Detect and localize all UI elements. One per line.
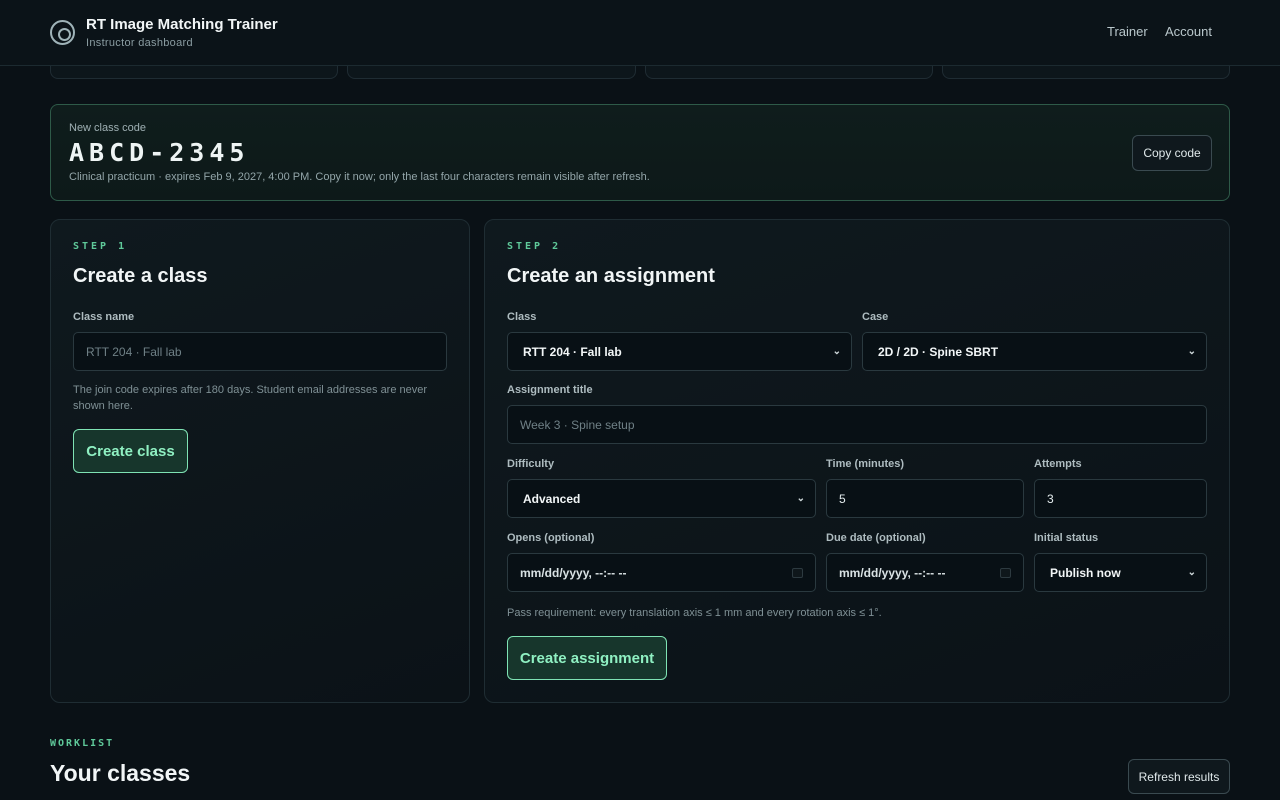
initial-status-select[interactable]: Publish now ⌄ <box>1034 553 1207 592</box>
class-select-value: RTT 204 · Fall lab <box>523 344 622 359</box>
class-join-hint: The join code expires after 180 days. St… <box>73 384 428 412</box>
initial-status-label: Initial status <box>1034 532 1099 544</box>
class-code-label: New class code <box>69 122 147 134</box>
class-select[interactable]: RTT 204 · Fall lab ⌄ <box>507 332 852 371</box>
worklist-tag: WORKLIST <box>50 738 115 749</box>
target-icon <box>50 20 75 45</box>
nav-trainer-link[interactable]: Trainer <box>1107 24 1148 39</box>
assignment-title-input[interactable]: Week 3 · Spine setup <box>507 405 1207 444</box>
top-bar: RT Image Matching Trainer Instructor das… <box>0 0 1280 66</box>
app-subtitle: Instructor dashboard <box>86 37 193 49</box>
opens-datetime-value: mm/dd/yyyy, --:-- -- <box>520 565 627 580</box>
initial-status-value: Publish now <box>1050 565 1121 580</box>
create-assignment-button[interactable]: Create assignment <box>507 636 667 680</box>
case-select-value: 2D / 2D · Spine SBRT <box>878 344 999 359</box>
opens-datetime-input[interactable]: mm/dd/yyyy, --:-- -- <box>507 553 816 592</box>
chevron-down-icon: ⌄ <box>796 493 805 504</box>
difficulty-select[interactable]: Advanced ⌄ <box>507 479 816 518</box>
create-class-panel: STEP 1 Create a class Class name RTT 204… <box>50 219 470 703</box>
nav-account-link[interactable]: Account <box>1165 24 1212 39</box>
class-name-label: Class name <box>73 311 135 323</box>
difficulty-select-value: Advanced <box>523 491 581 506</box>
pass-requirement-hint: Pass requirement: every translation axis… <box>507 607 882 619</box>
class-name-input[interactable]: RTT 204 · Fall lab <box>73 332 447 371</box>
chevron-down-icon: ⌄ <box>1187 346 1196 357</box>
difficulty-label: Difficulty <box>507 458 555 470</box>
app-title: RT Image Matching Trainer <box>86 16 278 33</box>
due-datetime-input[interactable]: mm/dd/yyyy, --:-- -- <box>826 553 1024 592</box>
calendar-icon[interactable] <box>1000 567 1011 578</box>
class-code-value: ABCD-2345 <box>69 138 250 167</box>
time-input[interactable]: 5 <box>826 479 1024 518</box>
due-datetime-value: mm/dd/yyyy, --:-- -- <box>839 565 946 580</box>
case-select-label: Case <box>862 311 889 323</box>
chevron-down-icon: ⌄ <box>1187 567 1196 578</box>
refresh-results-button[interactable]: Refresh results <box>1128 759 1230 794</box>
class-code-panel: New class code ABCD-2345 Clinical practi… <box>50 104 1230 201</box>
calendar-icon[interactable] <box>792 567 803 578</box>
time-label: Time (minutes) <box>826 458 905 470</box>
opens-label: Opens (optional) <box>507 532 595 544</box>
due-date-label: Due date (optional) <box>826 532 926 544</box>
attempts-label: Attempts <box>1034 458 1082 470</box>
chevron-down-icon: ⌄ <box>832 346 841 357</box>
step-label: STEP 1 <box>73 241 128 252</box>
step-label: STEP 2 <box>507 241 562 252</box>
copy-code-button[interactable]: Copy code <box>1132 135 1212 171</box>
attempts-input[interactable]: 3 <box>1034 479 1207 518</box>
create-assignment-title: Create an assignment <box>507 265 715 287</box>
worklist-title: Your classes <box>50 760 191 786</box>
class-select-label: Class <box>507 311 537 323</box>
create-class-title: Create a class <box>73 265 208 287</box>
create-class-button[interactable]: Create class <box>73 429 188 473</box>
case-select[interactable]: 2D / 2D · Spine SBRT ⌄ <box>862 332 1207 371</box>
class-code-meta: Clinical practicum · expires Feb 9, 2027… <box>69 171 650 183</box>
assignment-title-label: Assignment title <box>507 384 593 396</box>
create-assignment-panel: STEP 2 Create an assignment Class RTT 20… <box>484 219 1230 703</box>
